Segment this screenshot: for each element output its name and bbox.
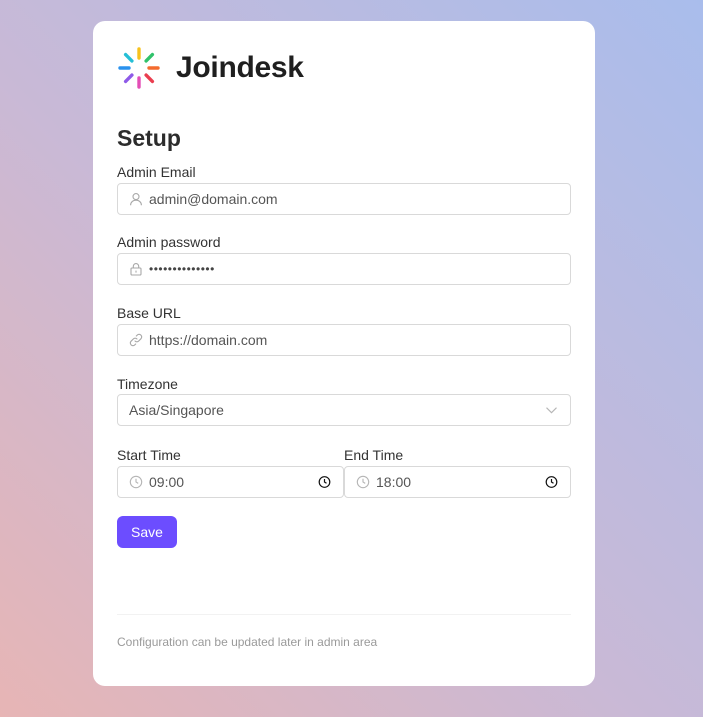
start-time-label: Start Time <box>117 447 181 463</box>
footer-note: Configuration can be updated later in ad… <box>117 635 378 649</box>
end-time-label: End Time <box>344 447 404 463</box>
admin-password-field[interactable]: •••••••••••••• <box>117 253 571 285</box>
end-time-field[interactable]: 18:00 <box>344 466 571 498</box>
admin-password-value: •••••••••••••• <box>149 262 215 276</box>
start-time-value: 09:00 <box>149 474 185 490</box>
logo: Joindesk <box>117 46 304 90</box>
start-time-field[interactable]: 09:00 <box>117 466 344 498</box>
timezone-value: Asia/Singapore <box>129 402 224 418</box>
user-icon <box>130 193 142 206</box>
link-icon <box>129 333 143 347</box>
clock-picker-icon[interactable] <box>318 476 331 489</box>
admin-password-label: Admin password <box>117 234 221 250</box>
brand-name: Joindesk <box>176 51 304 84</box>
clock-icon <box>129 475 143 489</box>
admin-email-label: Admin Email <box>117 164 196 180</box>
admin-email-field[interactable]: admin@domain.com <box>117 183 571 215</box>
page-title: Setup <box>117 125 181 151</box>
lock-icon <box>130 263 142 276</box>
clock-picker-icon[interactable] <box>545 476 558 489</box>
end-time-value: 18:00 <box>376 474 412 490</box>
base-url-field[interactable]: https://domain.com <box>117 324 571 356</box>
logo-mark-icon <box>118 47 160 89</box>
base-url-value: https://domain.com <box>149 332 268 348</box>
chevron-down-icon <box>546 407 557 414</box>
setup-card: Joindesk Setup Admin Email admin@domain.… <box>93 21 595 686</box>
divider <box>117 614 571 615</box>
timezone-label: Timezone <box>117 376 178 392</box>
admin-email-value: admin@domain.com <box>149 191 278 207</box>
save-button[interactable]: Save <box>117 516 177 548</box>
clock-icon <box>356 475 370 489</box>
timezone-select[interactable]: Asia/Singapore <box>117 394 571 426</box>
base-url-label: Base URL <box>117 305 181 321</box>
